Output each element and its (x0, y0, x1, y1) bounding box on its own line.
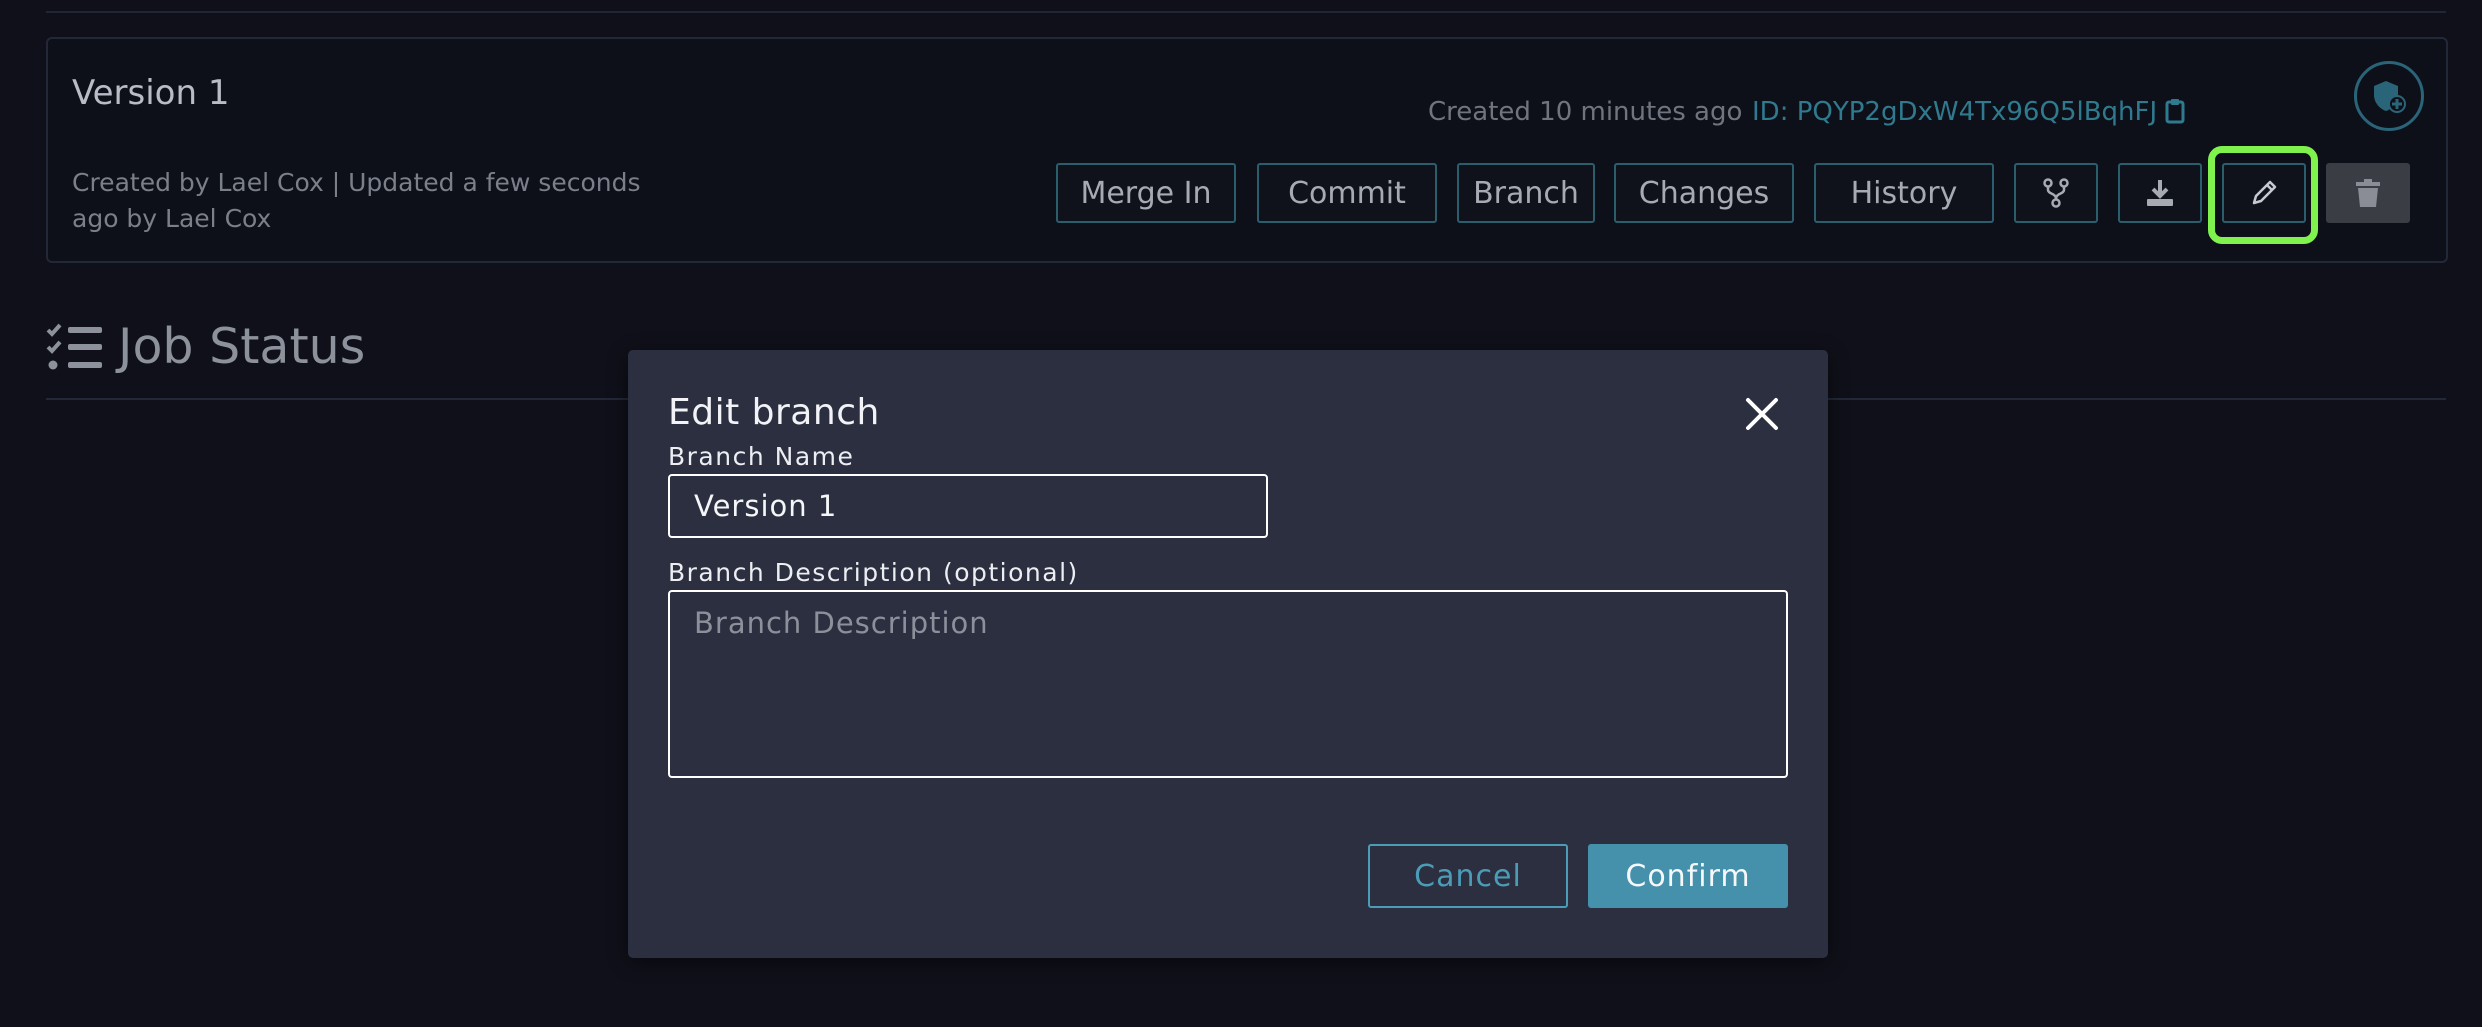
cancel-button[interactable]: Cancel (1368, 844, 1568, 908)
edit-button-highlight (2208, 146, 2318, 244)
commit-button[interactable]: Commit (1257, 163, 1437, 223)
trash-icon (2356, 179, 2380, 207)
merge-in-button[interactable]: Merge In (1056, 163, 1236, 223)
job-status-title: Job Status (118, 318, 366, 375)
version-title: Version 1 (72, 73, 230, 113)
shield-plus-icon (2374, 81, 2406, 113)
changes-button[interactable]: Changes (1614, 163, 1794, 223)
branch-description-input[interactable] (668, 590, 1788, 778)
history-button[interactable]: History (1814, 163, 1994, 223)
tasks-list-icon (46, 323, 102, 369)
version-id[interactable]: ID: PQYP2gDxW4Tx96Q5lBqhFJ (1752, 97, 2185, 127)
clipboard-icon[interactable] (2165, 98, 2185, 124)
edit-branch-modal: Edit branch Branch Name Branch Descripti… (628, 350, 1828, 958)
job-status-heading: Job Status (46, 318, 365, 375)
modal-title: Edit branch (668, 392, 880, 433)
version-card: Version 1 Created by Lael Cox | Updated … (46, 37, 2448, 263)
fork-button[interactable] (2014, 163, 2098, 223)
download-button[interactable] (2118, 163, 2202, 223)
version-meta: Created by Lael Cox | Updated a few seco… (72, 168, 641, 233)
version-id-text: ID: PQYP2gDxW4Tx96Q5lBqhFJ (1752, 97, 2158, 127)
branch-button[interactable]: Branch (1457, 163, 1595, 223)
branch-name-label: Branch Name (668, 442, 855, 471)
branch-description-label: Branch Description (optional) (668, 558, 1079, 587)
confirm-button[interactable]: Confirm (1588, 844, 1788, 908)
top-divider (46, 11, 2446, 13)
protect-branch-button[interactable] (2354, 61, 2424, 131)
branch-name-input[interactable] (668, 474, 1268, 538)
close-icon[interactable] (1742, 394, 1782, 434)
created-time: Created 10 minutes ago (1428, 97, 1743, 127)
fork-icon (2043, 178, 2069, 208)
download-icon (2147, 180, 2173, 206)
delete-button[interactable] (2326, 163, 2410, 223)
